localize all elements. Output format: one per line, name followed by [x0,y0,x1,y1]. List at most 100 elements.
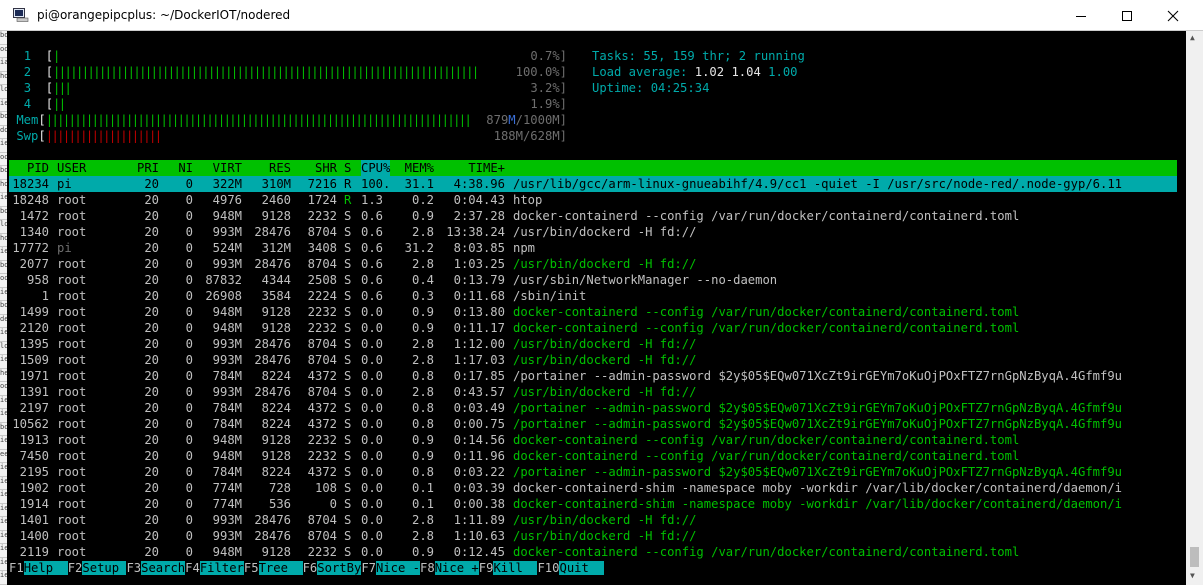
state-cell: S [344,353,352,367]
column-header-pid[interactable]: PID [9,160,49,176]
mem-cell: 0.8 [411,465,434,479]
virt-cell: 26908 [205,289,242,303]
process-row[interactable]: 958 root 20 0 87832 4344 2508 S 0.6 0.4 0:13.79/us… [9,272,1177,288]
res-cell: 536 [268,497,291,511]
shr-cell: 2232 [307,305,337,319]
process-row[interactable]: 2195 root 20 0 784M 8224 4372 S 0.0 0.8 0:03.22/po… [9,464,1177,480]
column-header-s[interactable]: S [344,160,351,176]
process-row[interactable]: 1914 root 20 0 774M 536 0 S 0.0 0.1 0:00.38 docker-… [9,496,1177,512]
time-cell: 2:37.28 [453,209,505,223]
column-header-mem[interactable]: MEM% [399,160,434,176]
process-row[interactable]: 1509 root 20 0 993M 28476 8704 S 0.0 2.8 1:17.03/u… [9,352,1177,368]
process-row[interactable]: 2120 root 20 0 948M 9128 2232 S 0.0 0.9 0:11.17 doc… [9,320,1177,336]
command-cell: /usr/bin/dockerd -H fd:// [513,513,697,527]
process-row[interactable]: 1913 root 20 0 948M 9128 2232 S 0.0 0.9 0:14.56 doc… [9,432,1177,448]
maximize-button[interactable] [1104,0,1150,31]
strip-fragment: ie [0,517,7,531]
column-header-res[interactable]: RES [243,160,291,176]
process-row[interactable]: 1340 root 20 0 993M 28476 8704 S 0.6 2.8 13:38.24 /… [9,224,1177,240]
process-row[interactable]: 1401 root 20 0 993M 28476 8704 S 0.0 2.8 1:11.89/u… [9,512,1177,528]
strip-fragment: lo [0,220,7,234]
function-key-f1[interactable]: F1 [9,561,24,575]
pri-cell: 20 [144,241,159,255]
column-header-cpu[interactable]: CPU% [361,160,391,176]
pid-cell: 7450 [19,449,49,463]
selected-process-row[interactable]: 18234 pi 20 0 322M 310M 7216 R 100. 31.1 4:38.96/u… [9,176,1177,192]
function-key-f8[interactable]: F8 [420,561,435,575]
ni-cell: 0 [185,481,193,495]
cpu-cell: 0.0 [361,385,384,399]
function-key-label[interactable]: SortBy [317,561,362,575]
user-cell: root [57,369,87,383]
cpu-cell: 100. [361,177,391,191]
user-cell: root [57,209,87,223]
function-key-f5[interactable]: F5 [243,561,259,575]
mem-cell: 0.8 [411,417,434,431]
vertical-scrollbar[interactable]: ▲ ▼ [1186,31,1203,585]
column-header-shr[interactable]: SHR [292,160,337,176]
pri-cell: 20 [144,465,159,479]
function-key-f10[interactable]: F10 [537,561,560,575]
column-header-time[interactable]: TIME+ [437,160,505,176]
function-key-label[interactable]: Quit [559,561,604,575]
column-header-ni[interactable]: NI [159,160,193,176]
scrollbar-thumb[interactable] [1190,547,1199,567]
column-header-user[interactable]: USER [57,160,86,176]
function-key-f3[interactable]: F3 [126,561,142,575]
function-key-label[interactable]: Filter [199,561,244,575]
time-cell: 1:11.89 [453,513,505,527]
state-cell: S [344,337,352,351]
process-row[interactable]: 2119 root 20 0 948M 9128 2232 S 0.0 0.9 0:12.45 doc… [9,544,1177,560]
function-key-f6[interactable]: F6 [302,561,318,575]
close-button[interactable] [1150,0,1196,31]
function-key-label[interactable]: Search [141,561,186,575]
process-row[interactable]: 1902 root 20 0 774M 728 108 S 0.0 0.1 0:03.39 docke… [9,480,1177,496]
function-key-f7[interactable]: F7 [361,561,376,575]
function-key-f2[interactable]: F2 [67,561,83,575]
res-cell: 28476 [254,337,291,351]
shr-cell: 2232 [307,449,337,463]
function-key-label[interactable]: Nice + [434,561,479,575]
strip-fragment: ie [0,193,7,207]
process-row[interactable]: 1400 root 20 0 993M 28476 8704 S 0.0 2.8 1:10.63/u… [9,528,1177,544]
process-row[interactable]: 7450 root 20 0 948M 9128 2232 S 0.0 0.9 0:11.96 doc… [9,448,1177,464]
cpu-cell: 0.0 [361,529,384,543]
strip-fragment: bd [0,301,7,315]
command-cell: /portainer --admin-password $2y$05$EQw07… [513,369,1123,383]
function-key-f9[interactable]: F9 [478,561,494,575]
function-key-bar[interactable]: F1Help F2Setup F3SearchF4FilterF5Tree F6… [9,560,1177,576]
scroll-down-arrow-icon[interactable]: ▼ [1190,571,1195,580]
scroll-up-arrow-icon[interactable]: ▲ [1190,33,1195,42]
process-table-header[interactable]: PID USER PRI NI VIRT RES SHR S CPU% MEM% TIME+ [9,160,1177,176]
process-row[interactable]: 1499 root 20 0 948M 9128 2232 S 0.0 0.9 0:13.80 doc… [9,304,1177,320]
pri-cell: 20 [144,289,159,303]
mem-cell: 0.9 [411,433,434,447]
background-window-strip: boooiahdldiebdddieoobdhdiebdlohdiebdooie… [0,31,7,585]
mem-cell: 0.3 [411,289,434,303]
process-row[interactable]: 2197 root 20 0 784M 8224 4372 S 0.0 0.8 0:03.49/po… [9,400,1177,416]
process-row[interactable]: 2077 root 20 0 993M 28476 8704 S 0.6 2.8 1:03.25/u… [9,256,1177,272]
process-row[interactable]: 17772 pi 20 0 524M 312M 3408 S 0.6 31.2 8:03.85 npm [9,240,1177,256]
column-header-pri[interactable]: PRI [117,160,159,176]
user-cell: root [57,465,87,479]
process-row[interactable]: 1971 root 20 0 784M 8224 4372 S 0.0 0.8 0:17.85/po… [9,368,1177,384]
process-row[interactable]: 10562 root 20 0 784M 8224 4372 S 0.0 0.8 0:00.75/p… [9,416,1177,432]
shr-cell: 4372 [307,369,337,383]
column-header-virt[interactable]: VIRT [195,160,242,176]
process-row[interactable]: 1472 root 20 0 948M 9128 2232 S 0.6 0.9 2:37.28 doc… [9,208,1177,224]
function-key-label[interactable]: Kill [493,561,538,575]
process-row[interactable]: 1395 root 20 0 993M 28476 8704 S 0.0 2.8 1:12.00/u… [9,336,1177,352]
minimize-button[interactable] [1058,0,1104,31]
process-row[interactable]: 1 root 20 0 26908 3584 2224 S 0.6 0.3 0:11.68/sbin… [9,288,1177,304]
cpu-meter-percent: 1.9%] [530,97,567,111]
function-key-label[interactable]: Nice - [376,561,421,575]
terminal-screen[interactable]: 1 [| 0.7%] 2 [||||||||||||||||||||||||||||… [9,48,1177,578]
function-key-label[interactable]: Tree [258,561,303,575]
function-key-label[interactable]: Help [23,561,68,575]
ni-cell: 0 [185,497,193,511]
process-row[interactable]: 1391 root 20 0 993M 28476 8704 S 0.0 2.8 0:43.57/u… [9,384,1177,400]
virt-cell: 4976 [212,193,242,207]
process-row[interactable]: 18248 root 20 0 4976 2460 1724 R 1.3 0.2 0:04.43 ht… [9,192,1177,208]
function-key-label[interactable]: Setup [82,561,127,575]
function-key-f4[interactable]: F4 [185,561,200,575]
